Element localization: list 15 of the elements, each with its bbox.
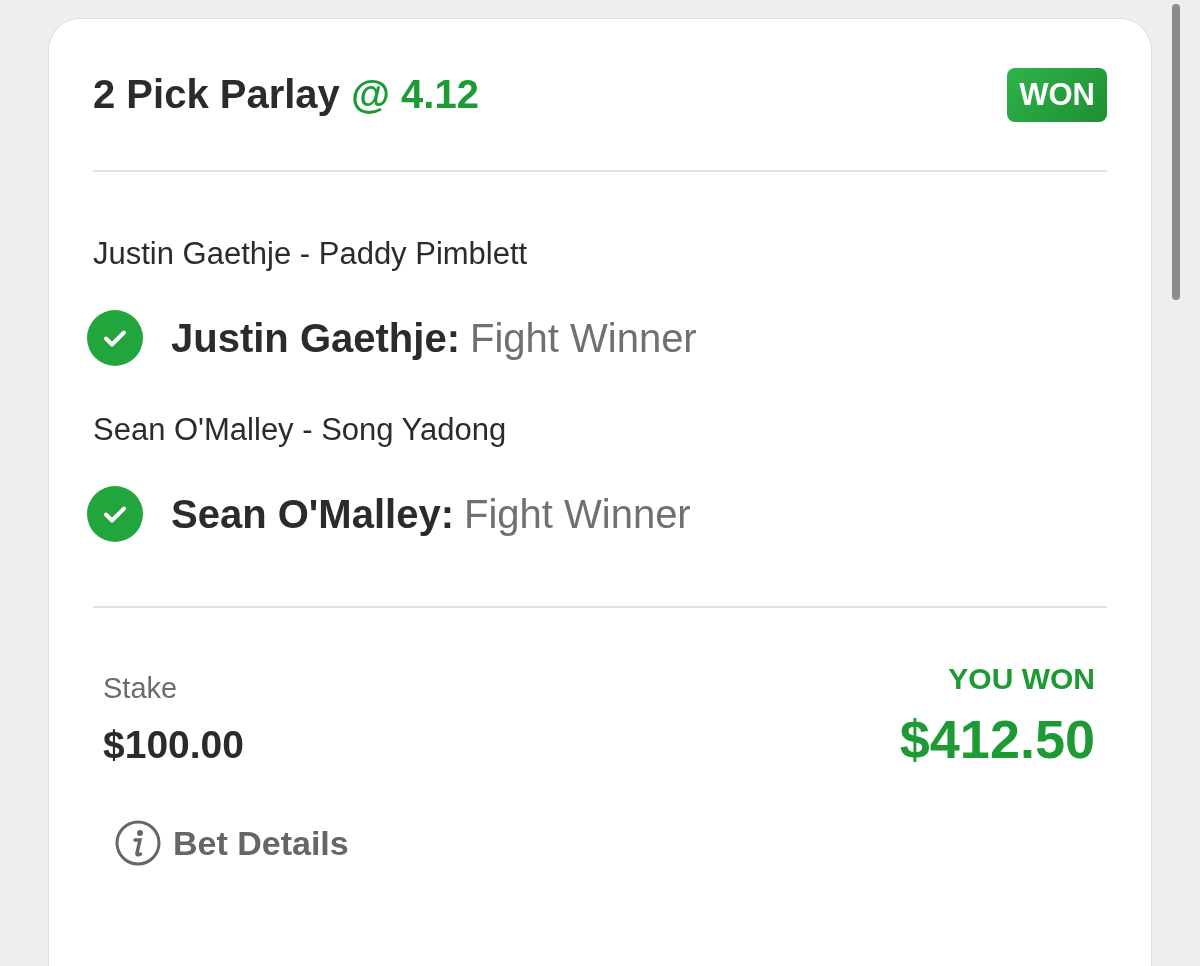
status-badge: WON <box>1007 67 1107 122</box>
market-name: Fight Winner <box>463 491 691 537</box>
fight-matchup: Justin Gaethje - Paddy Pimblett <box>93 236 528 272</box>
pick-selection: Sean O'Malley: <box>171 491 454 537</box>
payout-label: YOU WON <box>948 662 1095 696</box>
fight-matchup: Sean O'Malley - Song Yadong <box>93 412 507 448</box>
bet-details-link[interactable]: Bet Details <box>115 820 349 866</box>
info-icon <box>115 820 161 866</box>
scrollbar-thumb[interactable] <box>1172 4 1180 300</box>
pick-selection: Justin Gaethje: <box>171 315 460 361</box>
market-name: Fight Winner <box>469 315 697 361</box>
payout-amount: $412.50 <box>899 708 1095 770</box>
bet-title: 2 Pick Parlay @ 4.12 <box>93 72 479 117</box>
stake-label: Stake <box>103 672 179 705</box>
stake-amount: $100.00 <box>103 723 244 767</box>
